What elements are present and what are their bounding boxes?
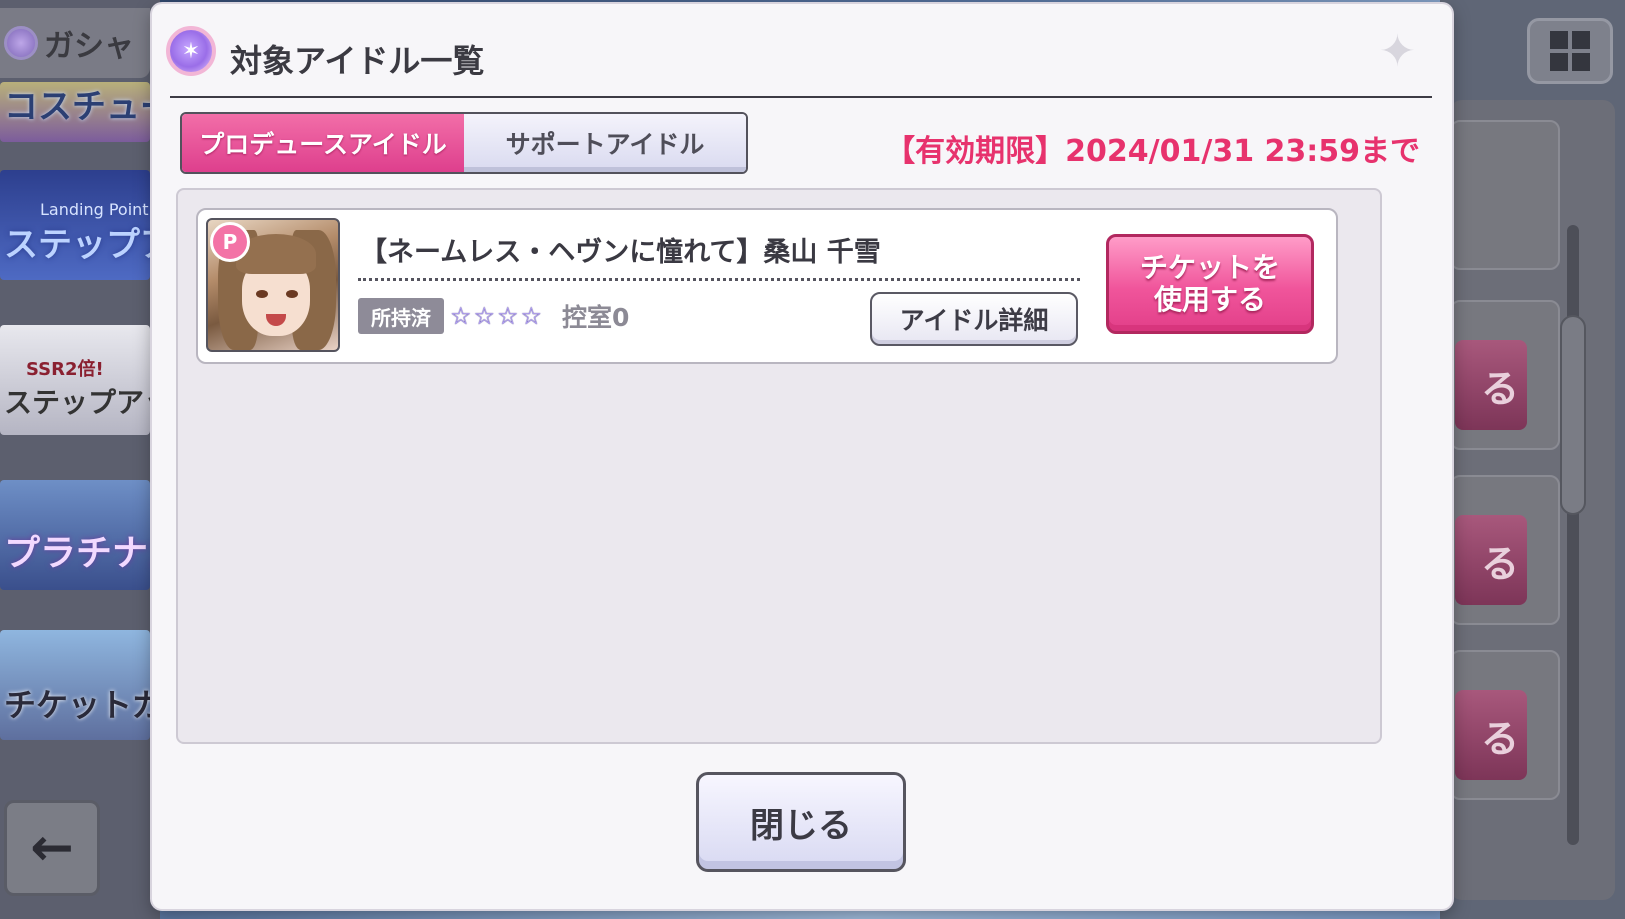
- close-button[interactable]: 閉じる: [696, 772, 906, 872]
- gacha-icon: [4, 26, 38, 60]
- right-action-button[interactable]: る: [1455, 690, 1527, 780]
- star-icon: ☆: [473, 302, 496, 330]
- divider: [170, 96, 1432, 98]
- owned-badge: 所持済: [358, 298, 444, 334]
- star-icon: ☆: [497, 302, 519, 330]
- right-action-button[interactable]: る: [1455, 515, 1527, 605]
- back-button[interactable]: ←: [4, 800, 100, 896]
- grid-icon: [1550, 31, 1590, 71]
- list-item: P 【ネームレス・ヘヴンに憧れて】桑山 千雪 所持済 ☆ ☆ ☆ ☆ 控室0 ア…: [196, 208, 1338, 364]
- idol-thumbnail[interactable]: P: [206, 218, 340, 352]
- idol-type-tabs: プロデュースアイドル サポートアイドル: [180, 112, 748, 174]
- idol-list-modal: ✶ 対象アイドル一覧 ✦ プロデュースアイドル サポートアイドル 【有効期限】2…: [152, 4, 1452, 909]
- sparkle-icon: ✦: [1379, 26, 1416, 77]
- idol-card-name: 【ネームレス・ヘヴンに憧れて】桑山 千雪: [360, 237, 881, 268]
- rank-stars: ☆ ☆ ☆ ☆: [450, 298, 542, 334]
- arrow-left-icon: ←: [30, 818, 74, 878]
- banner-step-up-ssr[interactable]: SSR2倍! ステップアップ: [0, 325, 150, 435]
- idol-list-icon: ✶: [166, 26, 216, 76]
- star-icon: ☆: [450, 302, 472, 330]
- banner-costume[interactable]: コスチューム: [0, 82, 150, 142]
- star-icon: ☆: [520, 302, 543, 330]
- tab-produce-idol[interactable]: プロデュースアイドル: [182, 114, 464, 172]
- idol-detail-button[interactable]: アイドル詳細: [870, 292, 1078, 346]
- dotted-divider: [358, 278, 1080, 281]
- idol-list: P 【ネームレス・ヘヴンに憧れて】桑山 千雪 所持済 ☆ ☆ ☆ ☆ 控室0 ア…: [176, 188, 1382, 744]
- menu-grid-button[interactable]: [1527, 18, 1613, 84]
- banner-platinum[interactable]: プラチナガシャ: [0, 480, 150, 590]
- waiting-room-count: 控室0: [562, 303, 630, 332]
- right-card: [1450, 120, 1560, 270]
- gacha-header: ガシャ: [0, 8, 150, 78]
- use-ticket-button[interactable]: チケットを使用する: [1106, 234, 1314, 334]
- modal-title: 対象アイドル一覧: [230, 42, 485, 80]
- right-action-button[interactable]: る: [1455, 340, 1527, 430]
- produce-type-icon: P: [210, 222, 250, 262]
- gacha-header-label: ガシャ: [44, 29, 134, 64]
- banner-step-up-landing[interactable]: Landing Point ステップアップ: [0, 170, 150, 280]
- tab-support-idol[interactable]: サポートアイドル: [464, 114, 746, 172]
- scrollbar-thumb[interactable]: [1560, 315, 1586, 515]
- banner-ticket[interactable]: チケットガシャ: [0, 630, 150, 740]
- expiry-text: 【有効期限】2024/01/31 23:59まで: [885, 134, 1420, 169]
